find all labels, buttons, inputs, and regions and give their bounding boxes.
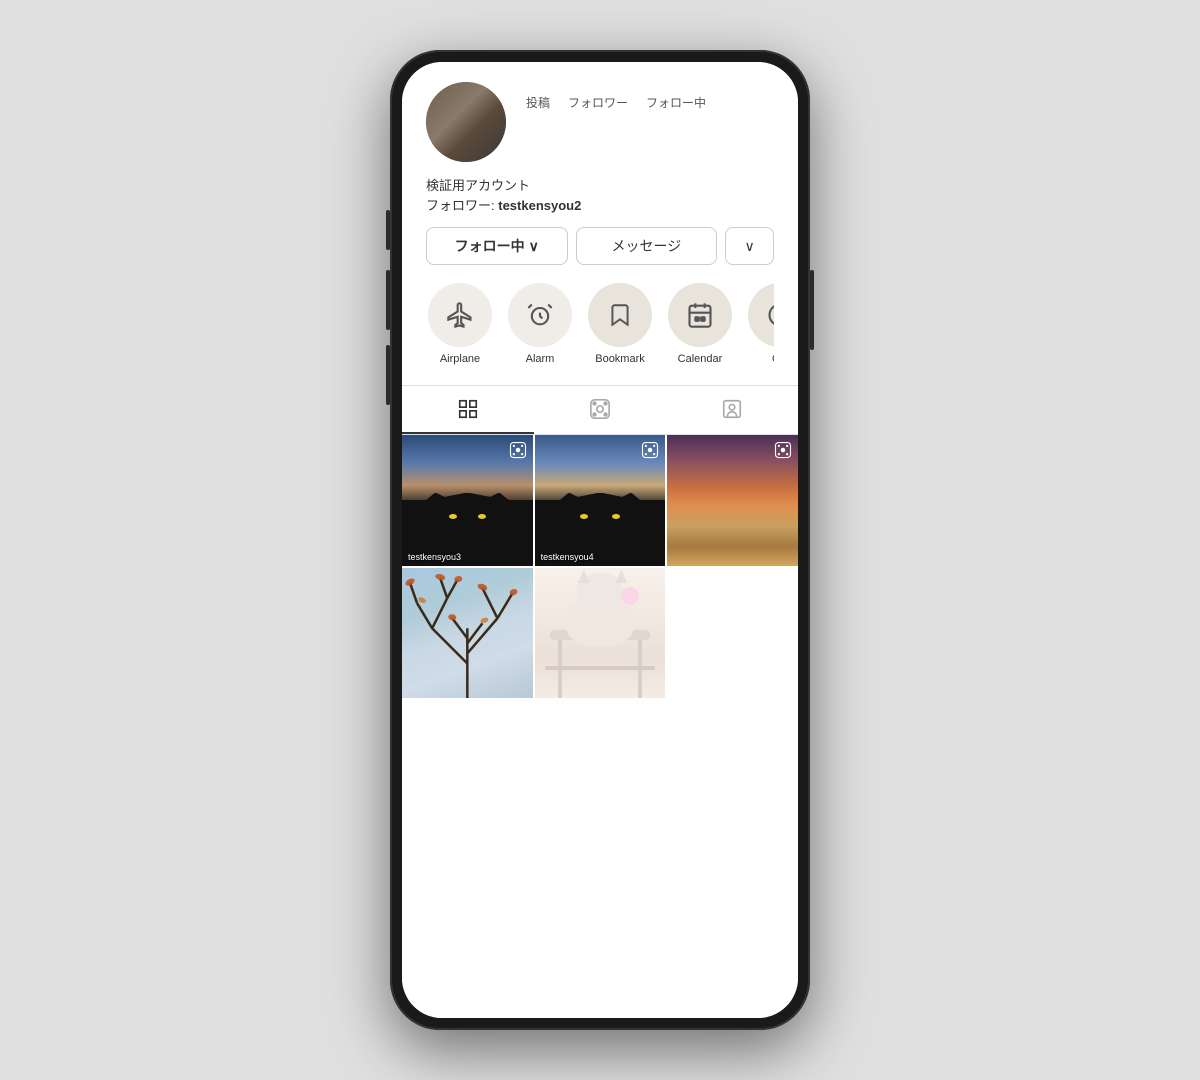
bookmark-icon	[607, 301, 633, 329]
grid-cell-2[interactable]: testkensyou4	[535, 435, 666, 566]
stat-followers-label: フォロワー	[568, 94, 628, 111]
highlight-airplane[interactable]: Airplane	[426, 283, 494, 365]
grid-cell-4[interactable]	[402, 568, 533, 699]
bio-text: 検証用アカウント フォロワー: testkensyou2	[426, 176, 774, 215]
tab-tagged[interactable]	[666, 386, 798, 434]
bio-line1: 検証用アカウント	[426, 178, 530, 193]
profile-header: 投稿 フォロワー フォロー中	[426, 82, 774, 162]
airplane-icon	[446, 301, 474, 329]
volume-mute-button	[386, 210, 390, 250]
stat-following-label: フォロー中	[646, 94, 706, 111]
highlight-cd-circle[interactable]	[748, 283, 774, 347]
follow-button-label: フォロー中	[455, 236, 525, 256]
calendar-icon	[686, 301, 714, 329]
reel-icon-2	[641, 441, 659, 459]
grid-cell-6[interactable]	[667, 568, 798, 699]
grid-cell-1-username: testkensyou3	[408, 552, 461, 562]
cd-icon	[766, 301, 774, 329]
avatar-image	[426, 82, 506, 162]
highlight-airplane-circle[interactable]	[428, 283, 492, 347]
highlight-calendar-circle[interactable]	[668, 283, 732, 347]
grid-icon	[457, 398, 479, 420]
tagged-icon	[721, 398, 743, 420]
reel-icon-1	[509, 441, 527, 459]
tab-grid[interactable]	[402, 386, 534, 434]
highlight-cd[interactable]: CD	[746, 283, 774, 365]
highlight-alarm-circle[interactable]	[508, 283, 572, 347]
action-buttons: フォロー中 ∨ メッセージ ∨	[426, 227, 774, 265]
follow-button[interactable]: フォロー中 ∨	[426, 227, 568, 265]
highlight-bookmark-label: Bookmark	[595, 353, 645, 365]
highlight-alarm[interactable]: Alarm	[506, 283, 574, 365]
highlight-bookmark-circle[interactable]	[588, 283, 652, 347]
stat-posts: 投稿	[526, 94, 550, 111]
photo-grid: testkensyou3	[402, 435, 798, 698]
highlight-calendar[interactable]: Calendar	[666, 283, 734, 365]
message-button[interactable]: メッセージ	[576, 227, 718, 265]
reels-icon	[589, 398, 611, 420]
highlight-airplane-label: Airplane	[440, 353, 480, 365]
bio-section: 検証用アカウント フォロワー: testkensyou2	[426, 176, 774, 215]
highlight-bookmark[interactable]: Bookmark	[586, 283, 654, 365]
profile-section: 投稿 フォロワー フォロー中 検証用アカウント フォロワー: te	[402, 62, 798, 385]
grid-cell-3[interactable]	[667, 435, 798, 566]
grid-cell-1[interactable]: testkensyou3	[402, 435, 533, 566]
highlight-cd-label: CD	[772, 353, 774, 365]
alarm-icon	[526, 301, 554, 329]
screen-content: 投稿 フォロワー フォロー中 検証用アカウント フォロワー: te	[402, 62, 798, 1018]
power-button	[810, 270, 814, 350]
more-button[interactable]: ∨	[725, 227, 774, 265]
stats-row: 投稿 フォロワー フォロー中	[526, 82, 706, 111]
tab-reels[interactable]	[534, 386, 666, 434]
volume-down-button	[386, 345, 390, 405]
stat-followers: フォロワー	[568, 94, 628, 111]
message-button-label: メッセージ	[612, 236, 682, 256]
stat-posts-label: 投稿	[526, 94, 550, 111]
bio-username: testkensyou2	[498, 198, 581, 213]
stat-following: フォロー中	[646, 94, 706, 111]
highlight-calendar-label: Calendar	[678, 353, 723, 365]
follow-chevron-icon: ∨	[529, 238, 539, 255]
tab-bar	[402, 385, 798, 435]
highlights-row: Airplane Alarm	[426, 283, 774, 369]
phone-device: 投稿 フォロワー フォロー中 検証用アカウント フォロワー: te	[390, 50, 810, 1030]
avatar[interactable]	[426, 82, 506, 162]
grid-cell-2-username: testkensyou4	[541, 552, 594, 562]
bio-line2-prefix: フォロワー:	[426, 198, 498, 213]
tree-branches	[402, 568, 533, 699]
volume-up-button	[386, 270, 390, 330]
dropdown-chevron-icon: ∨	[744, 238, 754, 255]
phone-screen: 投稿 フォロワー フォロー中 検証用アカウント フォロワー: te	[402, 62, 798, 1018]
grid-cell-5[interactable]	[535, 568, 666, 699]
highlight-alarm-label: Alarm	[526, 353, 555, 365]
reel-icon-3	[774, 441, 792, 459]
